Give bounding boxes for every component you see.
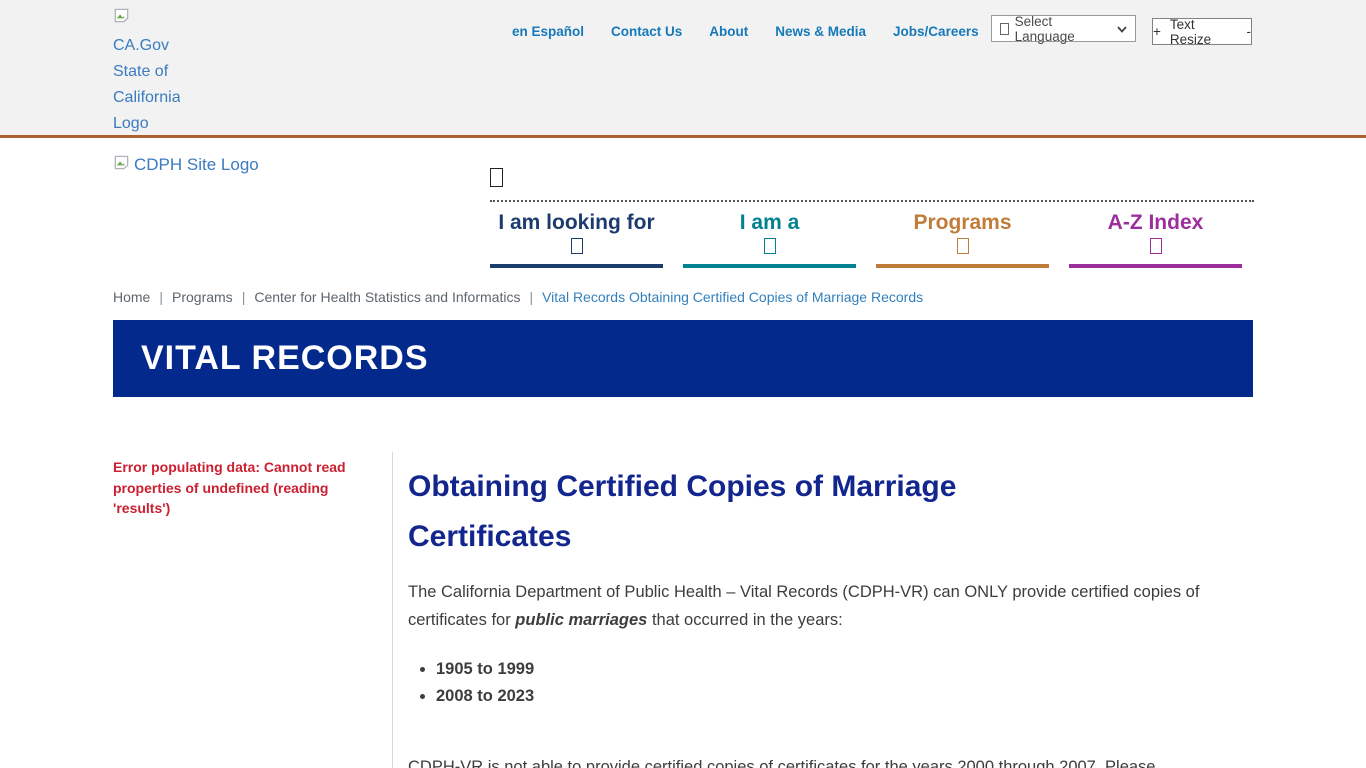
text-resize-label: Text Resize (1170, 17, 1238, 47)
search-icon[interactable] (490, 168, 503, 187)
chevron-down-icon (957, 238, 969, 254)
chevron-down-icon (1117, 21, 1127, 36)
tab-programs[interactable]: Programs (876, 211, 1049, 268)
intro-paragraph: The California Department of Public Heal… (408, 578, 1253, 634)
breadcrumb-programs[interactable]: Programs (172, 289, 233, 305)
nav-link-news-media[interactable]: News & Media (775, 24, 866, 39)
emphasis-public-marriages: public marriages (515, 611, 647, 629)
tab-i-am-looking-for[interactable]: I am looking for (490, 211, 663, 268)
breadcrumb-separator: | (529, 289, 533, 305)
tab-i-am-a[interactable]: I am a (683, 211, 856, 268)
primary-nav: I am looking for I am a Programs A-Z Ind… (490, 200, 1254, 268)
nav-link-jobs-careers[interactable]: Jobs/Careers (893, 24, 979, 39)
tab-a-z-index[interactable]: A-Z Index (1069, 211, 1242, 268)
page: CA.Gov State of California Logo en Españ… (0, 0, 1366, 768)
chevron-down-icon (764, 238, 776, 254)
utility-nav: en Español Contact Us About News & Media… (512, 24, 979, 39)
nav-link-contact-us[interactable]: Contact Us (611, 24, 682, 39)
main-content: Obtaining Certified Copies of Marriage C… (392, 452, 1253, 768)
breadcrumb: Home | Programs | Center for Health Stat… (113, 288, 1253, 306)
language-select[interactable]: Select Language (991, 15, 1136, 42)
cdph-logo-link[interactable]: CDPH Site Logo (113, 154, 259, 176)
sidebar-error-message: Error populating data: Cannot read prope… (113, 457, 354, 519)
breadcrumb-current-page[interactable]: Vital Records Obtaining Certified Copies… (542, 289, 923, 305)
cdph-logo-alt-text: CDPH Site Logo (134, 155, 259, 175)
page-banner: VITAL RECORDS (113, 320, 1253, 397)
utility-header: CA.Gov State of California Logo en Españ… (0, 0, 1366, 138)
text-resize-control[interactable]: + Text Resize - (1152, 18, 1252, 45)
cagov-logo-alt-text: CA.Gov State of California Logo (113, 37, 180, 132)
years-list: 1905 to 1999 2008 to 2023 (436, 656, 1253, 709)
breadcrumb-home[interactable]: Home (113, 289, 150, 305)
breadcrumb-chsi[interactable]: Center for Health Statistics and Informa… (254, 289, 520, 305)
broken-image-icon (113, 154, 130, 176)
nav-link-en-espanol[interactable]: en Español (512, 24, 584, 39)
breadcrumb-separator: | (242, 289, 246, 305)
language-select-label: Select Language (1015, 14, 1111, 44)
list-item-years-1: 1905 to 1999 (436, 656, 1253, 682)
cagov-logo-link[interactable]: CA.Gov State of California Logo (113, 7, 180, 137)
broken-image-icon (113, 7, 130, 33)
chevron-down-icon (571, 238, 583, 254)
globe-icon (1000, 23, 1009, 35)
text-resize-decrease-button[interactable]: - (1247, 24, 1252, 39)
breadcrumb-separator: | (159, 289, 163, 305)
nav-link-about[interactable]: About (709, 24, 748, 39)
left-sidebar: Error populating data: Cannot read prope… (113, 397, 392, 768)
list-item-years-2: 2008 to 2023 (436, 683, 1253, 709)
site-header: CDPH Site Logo I am looking for I am a P… (0, 138, 1366, 278)
article-heading: Obtaining Certified Copies of Marriage C… (408, 462, 1088, 562)
text-resize-increase-button[interactable]: + (1153, 24, 1161, 39)
note-paragraph: CDPH-VR is not able to provide certified… (408, 753, 1253, 768)
chevron-down-icon (1150, 238, 1162, 254)
content-area: Error populating data: Cannot read prope… (113, 397, 1253, 768)
page-title: VITAL RECORDS (141, 339, 429, 378)
